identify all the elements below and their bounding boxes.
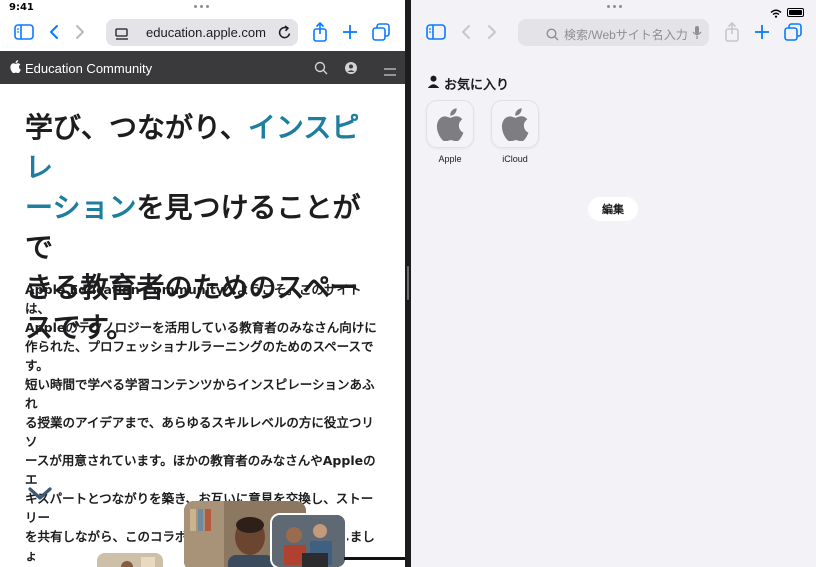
reload-icon[interactable] xyxy=(278,25,292,44)
intro-line: Apple Education Communityへようこそ。このサイトは、 xyxy=(25,282,362,316)
intro-line: る授業のアイデアまで、あらゆるスキルレベルの方に役立つリソ xyxy=(25,415,374,449)
split-view-handle[interactable] xyxy=(407,266,409,300)
forward-button[interactable] xyxy=(480,20,504,44)
home-indicator xyxy=(344,557,405,560)
sidebar-toggle-icon[interactable] xyxy=(12,20,36,44)
sidebar-toggle-icon[interactable] xyxy=(424,20,448,44)
favorite-label: iCloud xyxy=(502,154,528,164)
tab-overview-icon[interactable] xyxy=(369,20,393,44)
share-icon[interactable] xyxy=(308,20,332,44)
right-toolbar: 検索/Webサイト名入力 xyxy=(411,14,816,51)
search-placeholder: 検索/Webサイト名入力 xyxy=(564,28,688,42)
address-text[interactable]: education.apple.com xyxy=(146,25,266,40)
intro-line: 短い時間で学べる学習コンテンツからインスピレーションあふれ xyxy=(25,377,375,411)
left-safari-window: 9:41 education.apple.com Education Commu… xyxy=(0,0,405,567)
icloud-favicon-icon xyxy=(491,100,539,148)
back-button[interactable] xyxy=(454,20,478,44)
intro-line: Appleのテクノロジーを活用している教育者のみなさん向けに xyxy=(25,320,377,335)
apple-favicon-icon xyxy=(426,100,474,148)
forward-button[interactable] xyxy=(68,20,92,44)
intro-line: ースが用意されています。ほかの教育者のみなさんやAppleのエ xyxy=(25,453,376,487)
multitasking-menu[interactable] xyxy=(607,5,622,8)
menu-icon[interactable] xyxy=(383,62,397,81)
students-photo xyxy=(270,513,347,567)
left-toolbar: education.apple.com xyxy=(0,14,405,51)
address-bar[interactable]: education.apple.com xyxy=(106,19,298,46)
scroll-down-chevron-icon[interactable] xyxy=(28,486,52,505)
search-field[interactable]: 検索/Webサイト名入力 xyxy=(518,19,709,46)
headline-part1: 学び、つながり、 xyxy=(25,111,248,144)
site-navigation-bar: Education Community xyxy=(0,51,405,84)
new-tab-icon[interactable] xyxy=(338,20,362,44)
page-settings-icon[interactable] xyxy=(115,26,129,45)
apple-logo-icon xyxy=(10,60,21,76)
person-icon xyxy=(427,75,440,92)
favorites-title: お気に入り xyxy=(444,78,510,93)
account-icon[interactable] xyxy=(344,60,358,79)
back-button[interactable] xyxy=(42,20,66,44)
new-tab-icon[interactable] xyxy=(750,20,774,44)
headline-accent2: ーション xyxy=(25,191,137,224)
site-brand[interactable]: Education Community xyxy=(10,60,152,76)
intro-line: 作られた、プロフェッショナルラーニングのためのスペースです。 xyxy=(25,339,374,373)
search-icon xyxy=(546,26,559,45)
edit-button[interactable]: 編集 xyxy=(588,197,638,221)
tab-overview-icon[interactable] xyxy=(781,20,805,44)
microphone-icon[interactable] xyxy=(692,25,702,44)
favorites-header: お気に入り xyxy=(427,74,509,93)
site-name: Education Community xyxy=(25,60,153,76)
multitasking-menu[interactable] xyxy=(194,5,209,8)
status-time: 9:41 xyxy=(9,2,34,13)
share-icon[interactable] xyxy=(720,20,744,44)
classroom-photo-small xyxy=(97,553,163,567)
search-icon[interactable] xyxy=(314,60,328,79)
favorite-icloud[interactable]: iCloud xyxy=(490,100,540,164)
favorite-label: Apple xyxy=(438,154,462,164)
favorite-apple[interactable]: Apple xyxy=(425,100,475,164)
